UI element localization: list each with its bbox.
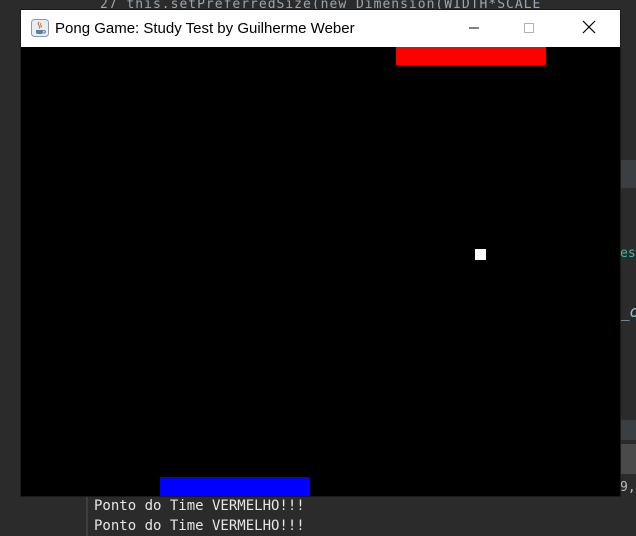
maximize-icon	[523, 19, 535, 38]
red-enemy-paddle	[396, 47, 546, 65]
window-title: Pong Game: Study Test by Guilherme Weber	[55, 20, 355, 37]
console-line: Ponto do Time VERMELHO!!!	[94, 498, 305, 514]
minimize-icon	[468, 19, 480, 38]
java-app-icon	[31, 19, 49, 37]
ide-panel-bar	[620, 444, 636, 474]
close-icon	[582, 19, 596, 38]
ball	[475, 249, 486, 260]
ide-panel-bar	[620, 160, 636, 188]
title-bar[interactable]: Pong Game: Study Test by Guilherme Weber	[21, 10, 620, 47]
game-window: Pong Game: Study Test by Guilherme Weber	[21, 10, 620, 496]
console-output: Ponto do Time VERMELHO!!! Ponto do Time …	[86, 496, 636, 536]
blue-player-paddle	[160, 477, 310, 496]
maximize-button[interactable]	[506, 10, 552, 47]
minimize-button[interactable]	[451, 10, 497, 47]
console-line: Ponto do Time VERMELHO!!!	[94, 518, 305, 534]
ide-code-fragment: es	[620, 246, 636, 261]
ide-code-fragment: 9,2	[620, 480, 636, 495]
ide-code-fragment: _o	[620, 302, 636, 321]
game-canvas[interactable]	[21, 47, 620, 496]
close-button[interactable]	[566, 10, 612, 47]
ide-panel-bar	[620, 420, 636, 440]
ide-code-line: 27 this.setPreferredSize(new Dimension(W…	[100, 0, 542, 10]
